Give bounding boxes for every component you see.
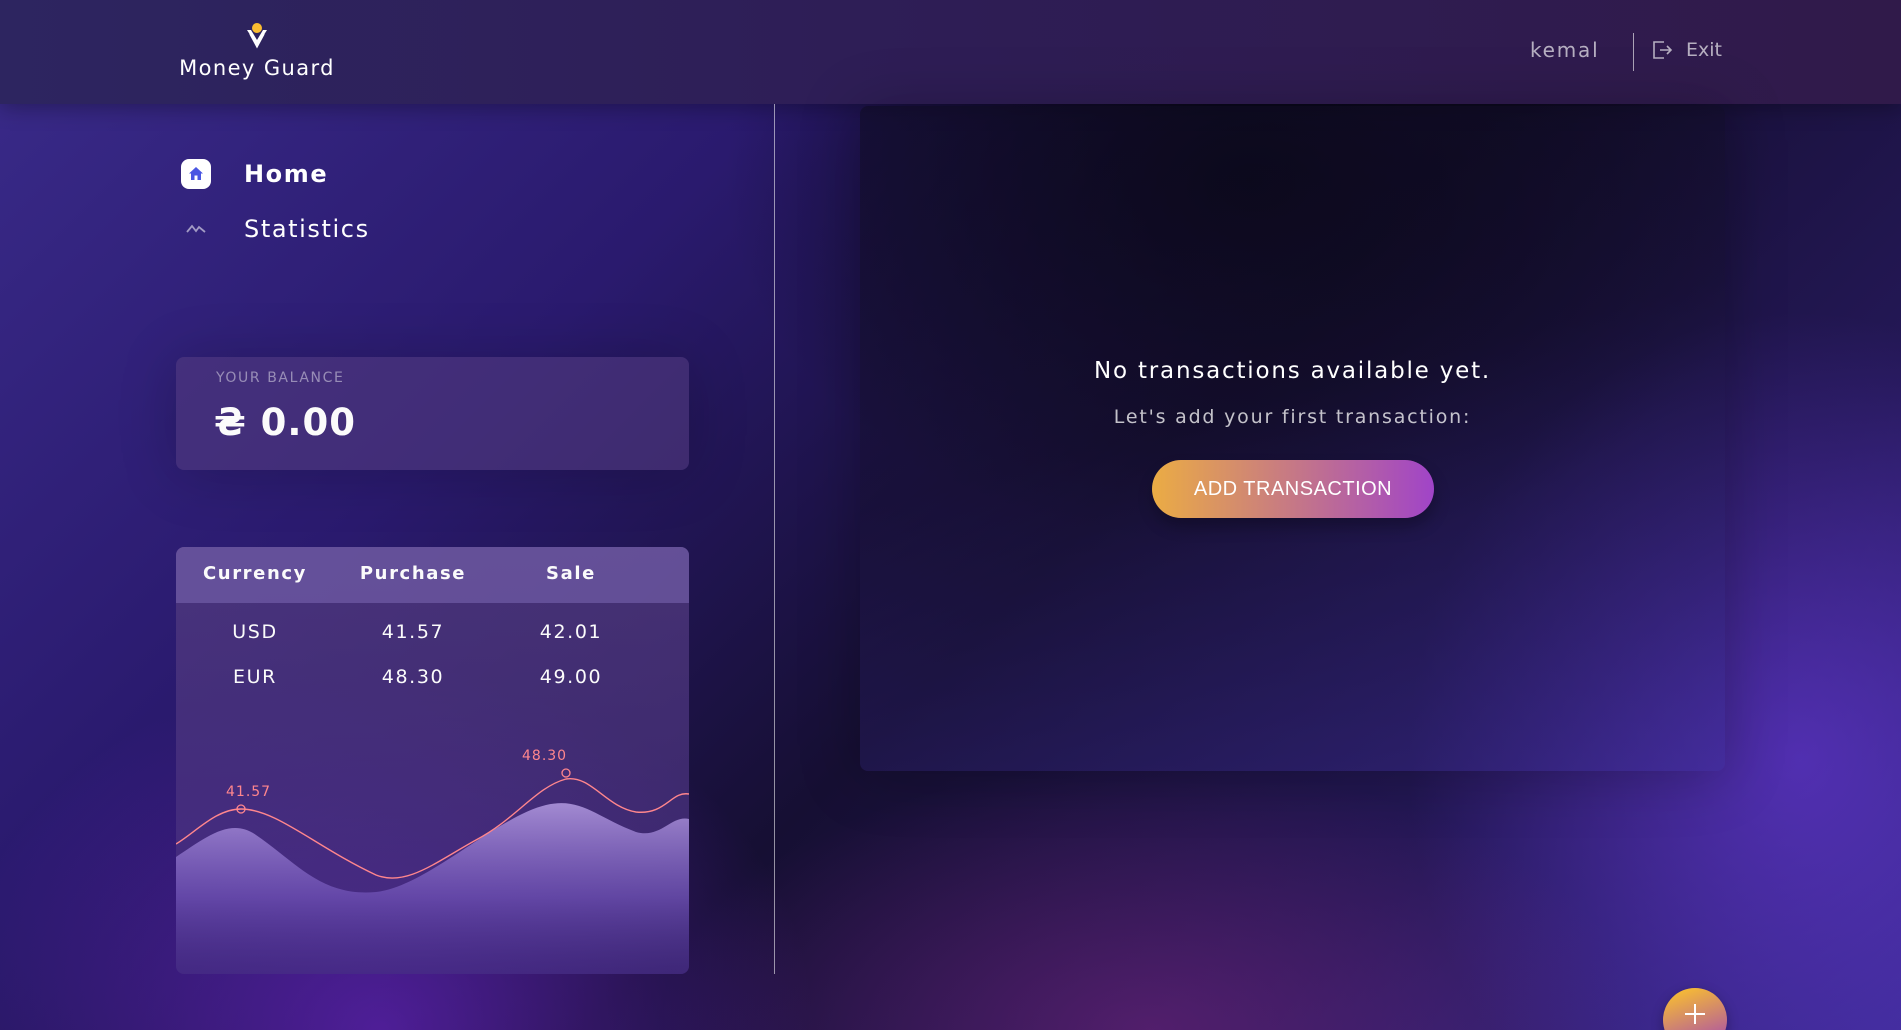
plus-icon [1685, 1004, 1705, 1024]
balance-card: YOUR BALANCE ₴ 0.00 [176, 357, 689, 470]
nav-item-statistics[interactable]: Statistics [180, 211, 370, 247]
app-logo[interactable]: Money Guard [172, 22, 342, 80]
user-name: kemal [1530, 38, 1600, 62]
balance-label: YOUR BALANCE [216, 370, 345, 386]
balance-value: ₴ 0.00 [214, 401, 356, 444]
nav-label-home: Home [244, 160, 329, 188]
empty-state-title: No transactions available yet. [1093, 358, 1492, 384]
chart-point-eur [561, 768, 571, 778]
chart-label-usd: 41.57 [226, 784, 271, 800]
exit-button[interactable]: Exit [1650, 38, 1722, 62]
exit-label: Exit [1686, 39, 1722, 61]
home-icon [181, 159, 211, 189]
app-logo-text: Money Guard [179, 56, 335, 80]
exit-icon [1653, 41, 1673, 59]
sidebar-divider [774, 104, 775, 974]
chart-annotations: 41.57 48.30 [226, 748, 571, 814]
currency-card: Currency Purchase Sale USD 41.57 42.01 E… [176, 547, 689, 974]
nav-icon-wrap [180, 158, 212, 190]
empty-state-subtitle: Let's add your first transaction: [1113, 406, 1472, 428]
money-guard-logo-icon [247, 23, 267, 49]
add-transaction-button[interactable]: ADD TRANSACTION [1152, 460, 1434, 518]
statistics-icon [180, 213, 212, 245]
app-header: Money Guard kemal Exit [0, 0, 1901, 104]
nav-item-home[interactable]: Home [180, 156, 370, 192]
chart-label-eur: 48.30 [522, 748, 567, 764]
nav-label-statistics: Statistics [244, 215, 370, 243]
transactions-panel: No transactions available yet. Let's add… [860, 106, 1725, 771]
header-divider [1633, 33, 1634, 71]
sidebar-nav: Home Statistics [180, 156, 370, 266]
chart-point-usd [236, 804, 246, 814]
